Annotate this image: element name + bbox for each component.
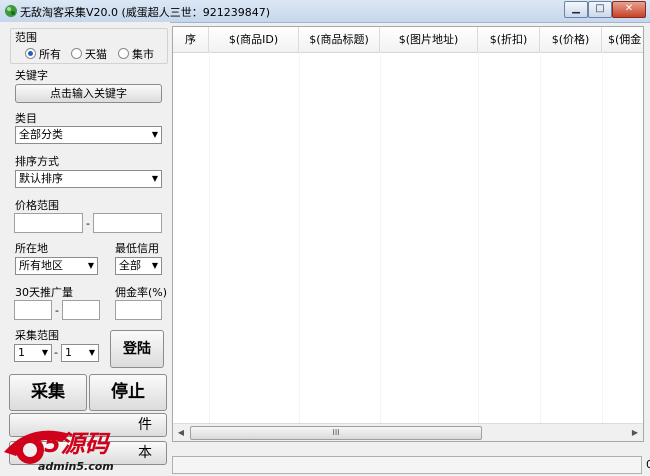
promo-min-input[interactable] <box>14 300 52 320</box>
dropdown-arrow-icon: ▼ <box>151 174 158 183</box>
app-window: 无敌淘客采集V20.0 (威蛋超人三世：921239847) ▁ □ ✕ 范围 … <box>0 0 650 476</box>
collect-range-to-value: 1 <box>65 346 72 359</box>
scroll-right-icon[interactable]: ▶ <box>627 424 643 441</box>
horizontal-scrollbar[interactable]: ◀ III ▶ <box>173 423 643 441</box>
location-select[interactable]: 所有地区 ▼ <box>15 257 98 275</box>
title-bar: 无敌淘客采集V20.0 (威蛋超人三世：921239847) ▁ □ ✕ <box>0 0 650 23</box>
commission-input[interactable] <box>115 300 162 320</box>
category-value: 全部分类 <box>19 128 63 141</box>
maximize-button[interactable]: □ <box>588 1 612 18</box>
price-label: 价格范围 <box>15 199 59 212</box>
column-divider <box>209 52 210 423</box>
credit-select[interactable]: 全部 ▼ <box>115 257 162 275</box>
collect-range-label: 采集范围 <box>15 329 59 342</box>
collect-range-separator: - <box>54 346 58 359</box>
sort-value: 默认排序 <box>19 172 63 185</box>
window-title: 无敌淘客采集V20.0 (威蛋超人三世：921239847) <box>20 6 271 19</box>
keyword-label: 关键字 <box>15 69 48 82</box>
location-label: 所在地 <box>15 242 48 255</box>
column-header[interactable]: $(折扣) <box>478 27 540 52</box>
range-option-tmall[interactable]: 天猫 <box>85 46 107 62</box>
category-label: 类目 <box>15 112 37 125</box>
svg-text:5源码: 5源码 <box>44 430 111 458</box>
credit-value: 全部 <box>119 259 141 272</box>
column-header[interactable]: $(图片地址) <box>380 27 478 52</box>
scroll-thumb[interactable]: III <box>190 426 482 440</box>
promo-max-input[interactable] <box>62 300 100 320</box>
dropdown-arrow-icon: ▼ <box>151 261 158 270</box>
collect-button[interactable]: 采集 <box>9 374 87 411</box>
commission-label: 佣金率(%) <box>115 286 168 299</box>
dropdown-arrow-icon: ▼ <box>88 348 95 357</box>
svg-text:admin5.com: admin5.com <box>38 460 114 473</box>
keyword-input-button[interactable]: 点击输入关键字 <box>15 84 162 103</box>
collect-range-from-select[interactable]: 1 ▼ <box>14 344 52 362</box>
progress-bar: 0 <box>172 456 650 474</box>
range-option-market[interactable]: 集市 <box>132 46 154 62</box>
search-panel: 范围 所有 天猫 集市 关键字 点击输入关键字 类目 全部分类 ▼ 排序方式 默… <box>0 22 170 476</box>
close-button[interactable]: ✕ <box>612 1 646 18</box>
column-header[interactable]: 序 <box>173 27 209 52</box>
radio-icon[interactable] <box>118 48 129 59</box>
credit-label: 最低信用 <box>115 242 159 255</box>
column-divider <box>602 52 603 423</box>
dropdown-arrow-icon: ▼ <box>151 130 158 139</box>
column-divider <box>380 52 381 423</box>
column-header[interactable]: $(商品ID) <box>209 27 299 52</box>
radio-icon[interactable] <box>25 48 36 59</box>
column-header[interactable]: $(价格) <box>540 27 602 52</box>
dropdown-arrow-icon: ▼ <box>87 261 94 270</box>
column-divider <box>540 52 541 423</box>
collect-range-from-value: 1 <box>18 346 25 359</box>
login-button[interactable]: 登陆 <box>110 330 164 368</box>
column-divider <box>478 52 479 423</box>
results-table[interactable]: 序 $(商品ID) $(商品标题) $(图片地址) $(折扣) $(价格) $(… <box>172 26 644 442</box>
minimize-button[interactable]: ▁ <box>564 1 588 18</box>
watermark-logo: 5源码 admin5.com <box>4 430 114 473</box>
scroll-left-icon[interactable]: ◀ <box>173 424 189 441</box>
sort-label: 排序方式 <box>15 155 59 168</box>
promo-separator: - <box>55 304 59 317</box>
table-header: 序 $(商品ID) $(商品标题) $(图片地址) $(折扣) $(价格) $(… <box>173 27 643 53</box>
sort-select[interactable]: 默认排序 ▼ <box>15 170 162 188</box>
range-label: 范围 <box>15 31 37 44</box>
range-option-all[interactable]: 所有 <box>39 46 61 62</box>
app-logo-icon <box>5 5 17 17</box>
dropdown-arrow-icon: ▼ <box>41 348 48 357</box>
price-max-input[interactable] <box>93 213 162 233</box>
location-value: 所有地区 <box>19 259 63 272</box>
status-count: 0 <box>646 458 650 471</box>
column-header[interactable]: $(商品标题) <box>299 27 380 52</box>
price-separator: - <box>86 217 90 230</box>
price-min-input[interactable] <box>14 213 83 233</box>
promo-label: 30天推广量 <box>15 286 73 299</box>
radio-icon[interactable] <box>71 48 82 59</box>
category-select[interactable]: 全部分类 ▼ <box>15 126 162 144</box>
column-divider <box>299 52 300 423</box>
column-header[interactable]: $(佣金 <box>602 27 643 52</box>
stop-button[interactable]: 停止 <box>89 374 167 411</box>
collect-range-to-select[interactable]: 1 ▼ <box>61 344 99 362</box>
